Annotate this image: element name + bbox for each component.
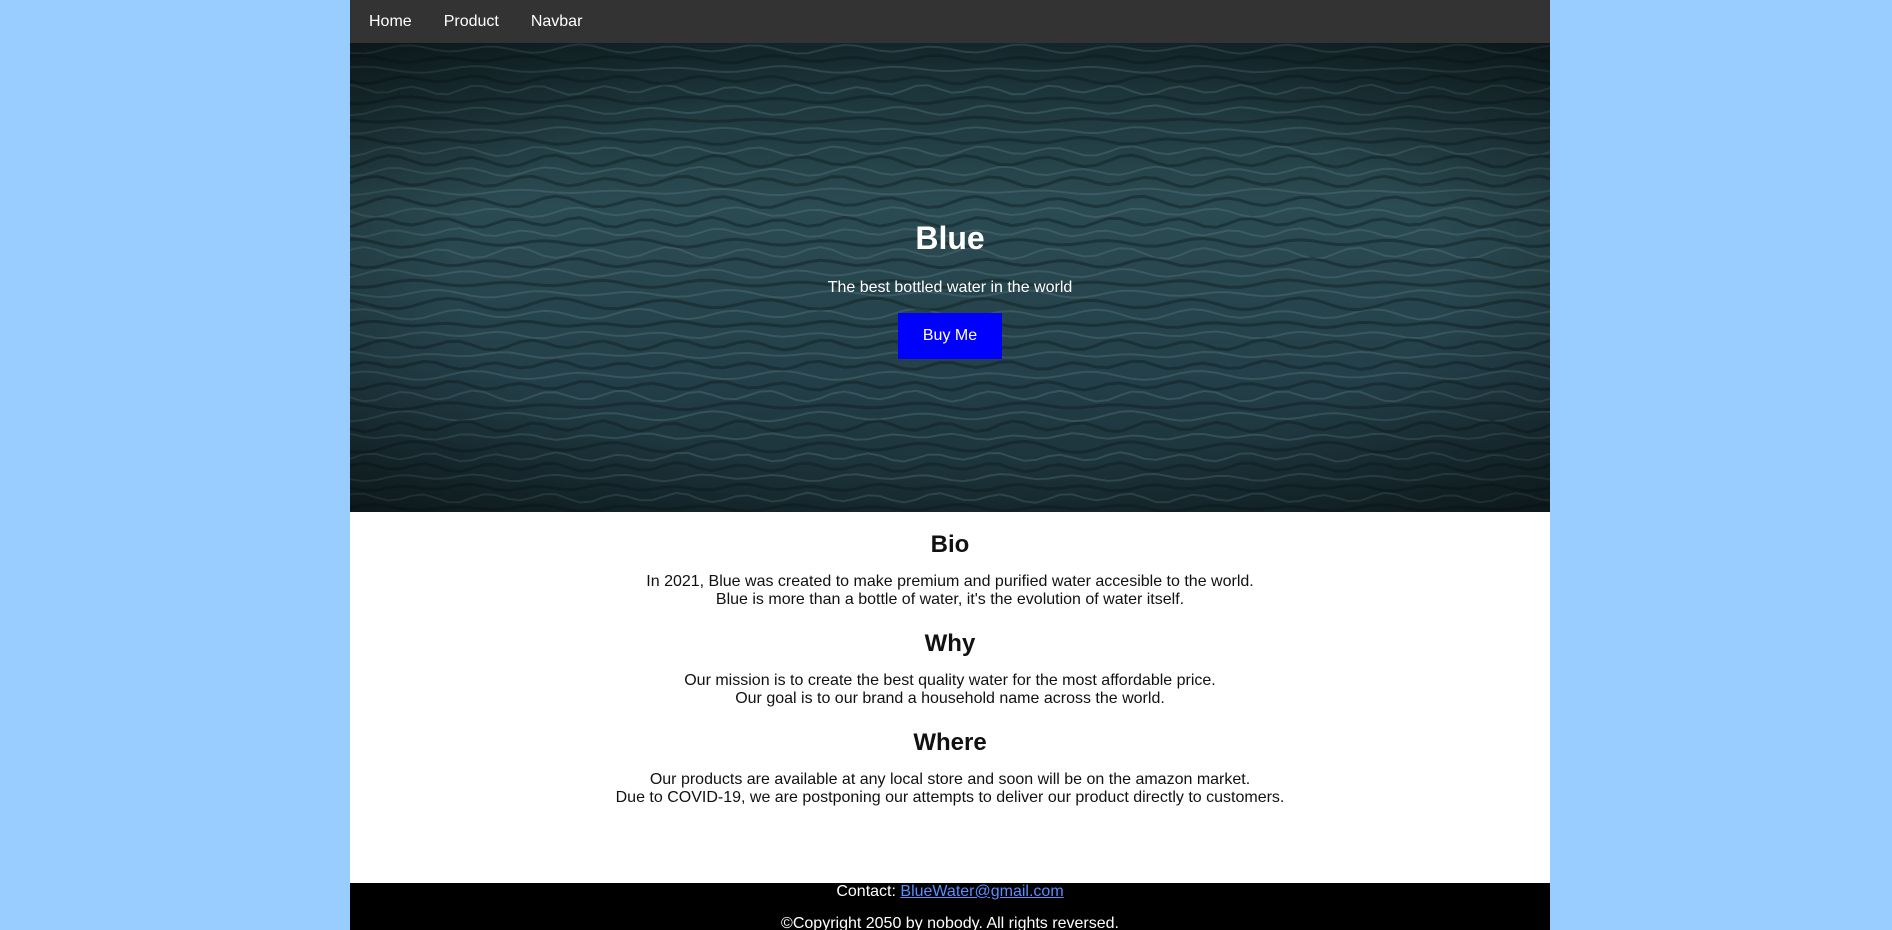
nav-link-navbar[interactable]: Navbar [515, 0, 599, 43]
page-container: Home Product Navbar Blue The best bottle… [350, 0, 1550, 930]
why-heading: Why [924, 630, 976, 657]
where-line: Due to COVID-19, we are postponing our a… [615, 789, 1285, 806]
contact-label: Contact: [836, 883, 896, 900]
bio-line: In 2021, Blue was created to make premiu… [646, 573, 1254, 590]
hero-title: Blue [915, 220, 985, 256]
bio-line: Blue is more than a bottle of water, it'… [715, 591, 1185, 608]
where-heading: Where [913, 729, 987, 756]
buy-me-button[interactable]: Buy Me [898, 313, 1002, 359]
nav-link-product[interactable]: Product [428, 0, 515, 43]
copyright-text: ©Copyright 2050 by nobody. All rights re… [781, 915, 1119, 930]
hero-content: Blue The best bottled water in the world… [350, 218, 1550, 359]
where-text: Our products are available at any local … [350, 771, 1550, 807]
footer-contact: Contact: BlueWater@gmail.com [350, 883, 1550, 901]
main-content: Bio In 2021, Blue was created to make pr… [350, 512, 1550, 807]
bio-heading: Bio [930, 531, 970, 558]
why-line: Our goal is to our brand a household nam… [735, 690, 1165, 707]
hero-banner: Blue The best bottled water in the world… [350, 43, 1550, 512]
footer: Contact: BlueWater@gmail.com ©Copyright … [350, 883, 1550, 930]
nav-link-home[interactable]: Home [353, 0, 428, 43]
hero-subtitle: The best bottled water in the world [827, 279, 1073, 296]
why-text: Our mission is to create the best qualit… [350, 672, 1550, 708]
contact-email-link[interactable]: BlueWater@gmail.com [900, 883, 1063, 900]
bio-text: In 2021, Blue was created to make premiu… [350, 573, 1550, 609]
why-line: Our mission is to create the best qualit… [684, 672, 1216, 689]
navbar: Home Product Navbar [350, 0, 1550, 43]
where-line: Our products are available at any local … [649, 771, 1251, 788]
